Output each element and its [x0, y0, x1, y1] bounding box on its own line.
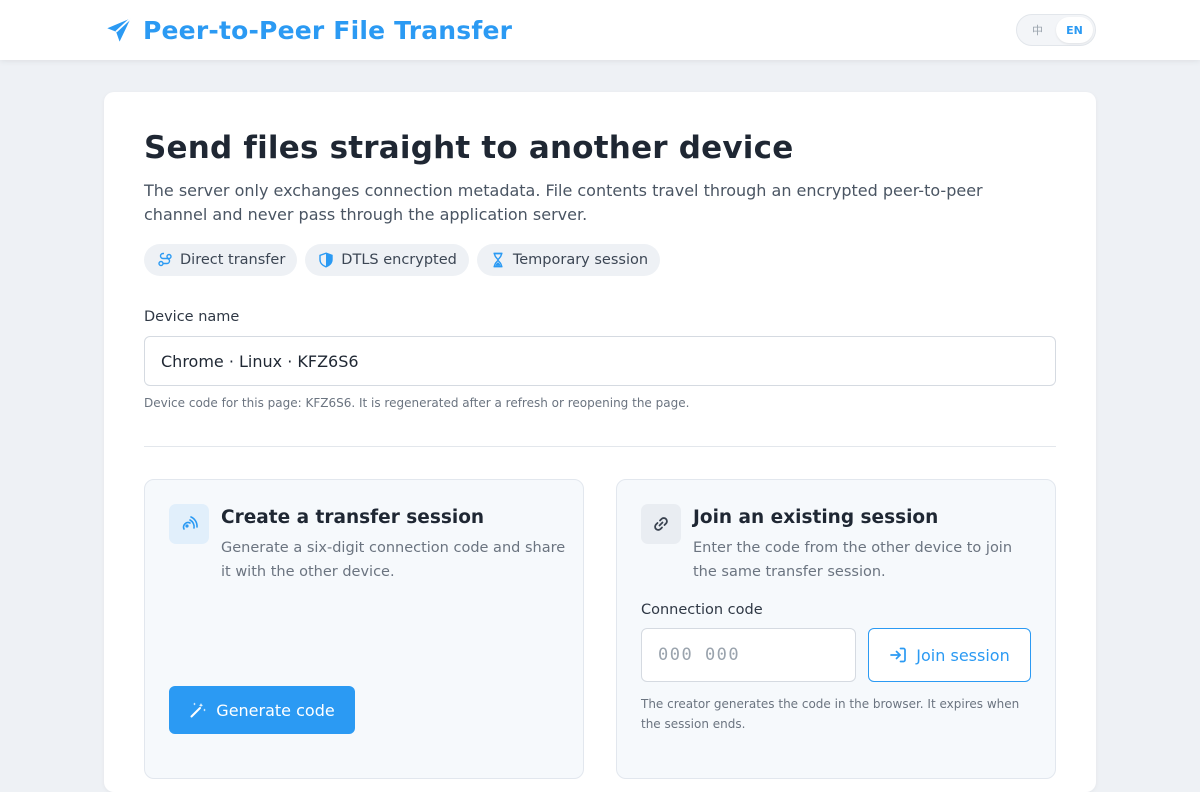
create-session-panel: Create a transfer session Generate a six…: [144, 479, 584, 779]
hourglass-icon: [493, 252, 503, 268]
magic-wand-icon: [190, 702, 207, 718]
language-option-en[interactable]: EN: [1056, 17, 1093, 43]
join-session-description: Enter the code from the other device to …: [693, 540, 1013, 580]
feature-chips: Direct transfer DTLS encrypted Temporary…: [144, 244, 661, 276]
generate-code-button[interactable]: Generate code: [169, 686, 355, 734]
join-panel-icon-box: [641, 504, 681, 544]
join-session-label: Join session: [916, 645, 1010, 665]
create-session-title: Create a transfer session: [221, 507, 485, 528]
brand: Peer-to-Peer File Transfer: [105, 14, 512, 46]
intro-text: The server only exchanges connection met…: [144, 181, 983, 224]
top-bar: Peer-to-Peer File Transfer 中 EN: [0, 0, 1200, 60]
chip-label: DTLS encrypted: [341, 252, 457, 268]
page-title: Send files straight to another device: [144, 130, 794, 166]
device-code-hint: Device code for this page: KFZ6S6. It is…: [144, 396, 690, 410]
connection-code-input[interactable]: [641, 628, 856, 682]
join-session-panel: Join an existing session Enter the code …: [616, 479, 1056, 779]
language-switch: 中 EN: [1016, 14, 1096, 46]
main-card: Send files straight to another device Th…: [104, 92, 1096, 792]
paper-plane-icon: [107, 17, 132, 42]
route-icon: [158, 252, 172, 267]
sign-in-icon: [890, 647, 907, 663]
join-session-title: Join an existing session: [693, 507, 939, 528]
chip-dtls-encrypted: DTLS encrypted: [305, 244, 469, 276]
join-session-button[interactable]: Join session: [868, 628, 1031, 682]
link-icon: [654, 517, 668, 531]
chip-label: Direct transfer: [180, 252, 286, 268]
divider: [144, 446, 1056, 447]
shield-icon: [319, 252, 333, 268]
device-name-label: Device name: [144, 309, 240, 325]
device-name-input[interactable]: [144, 336, 1056, 386]
app-title: Peer-to-Peer File Transfer: [143, 15, 513, 45]
create-session-description: Generate a six-digit connection code and…: [221, 540, 566, 580]
create-panel-icon-box: [169, 504, 209, 544]
join-hint: The creator generates the code in the br…: [641, 697, 1020, 731]
language-option-zh[interactable]: 中: [1019, 17, 1056, 43]
chip-temporary-session: Temporary session: [476, 244, 661, 276]
chip-direct-transfer: Direct transfer: [144, 244, 298, 276]
connection-code-label: Connection code: [641, 602, 763, 618]
generate-code-label: Generate code: [216, 700, 335, 720]
chip-label: Temporary session: [512, 252, 649, 268]
broadcast-icon: [182, 516, 198, 530]
